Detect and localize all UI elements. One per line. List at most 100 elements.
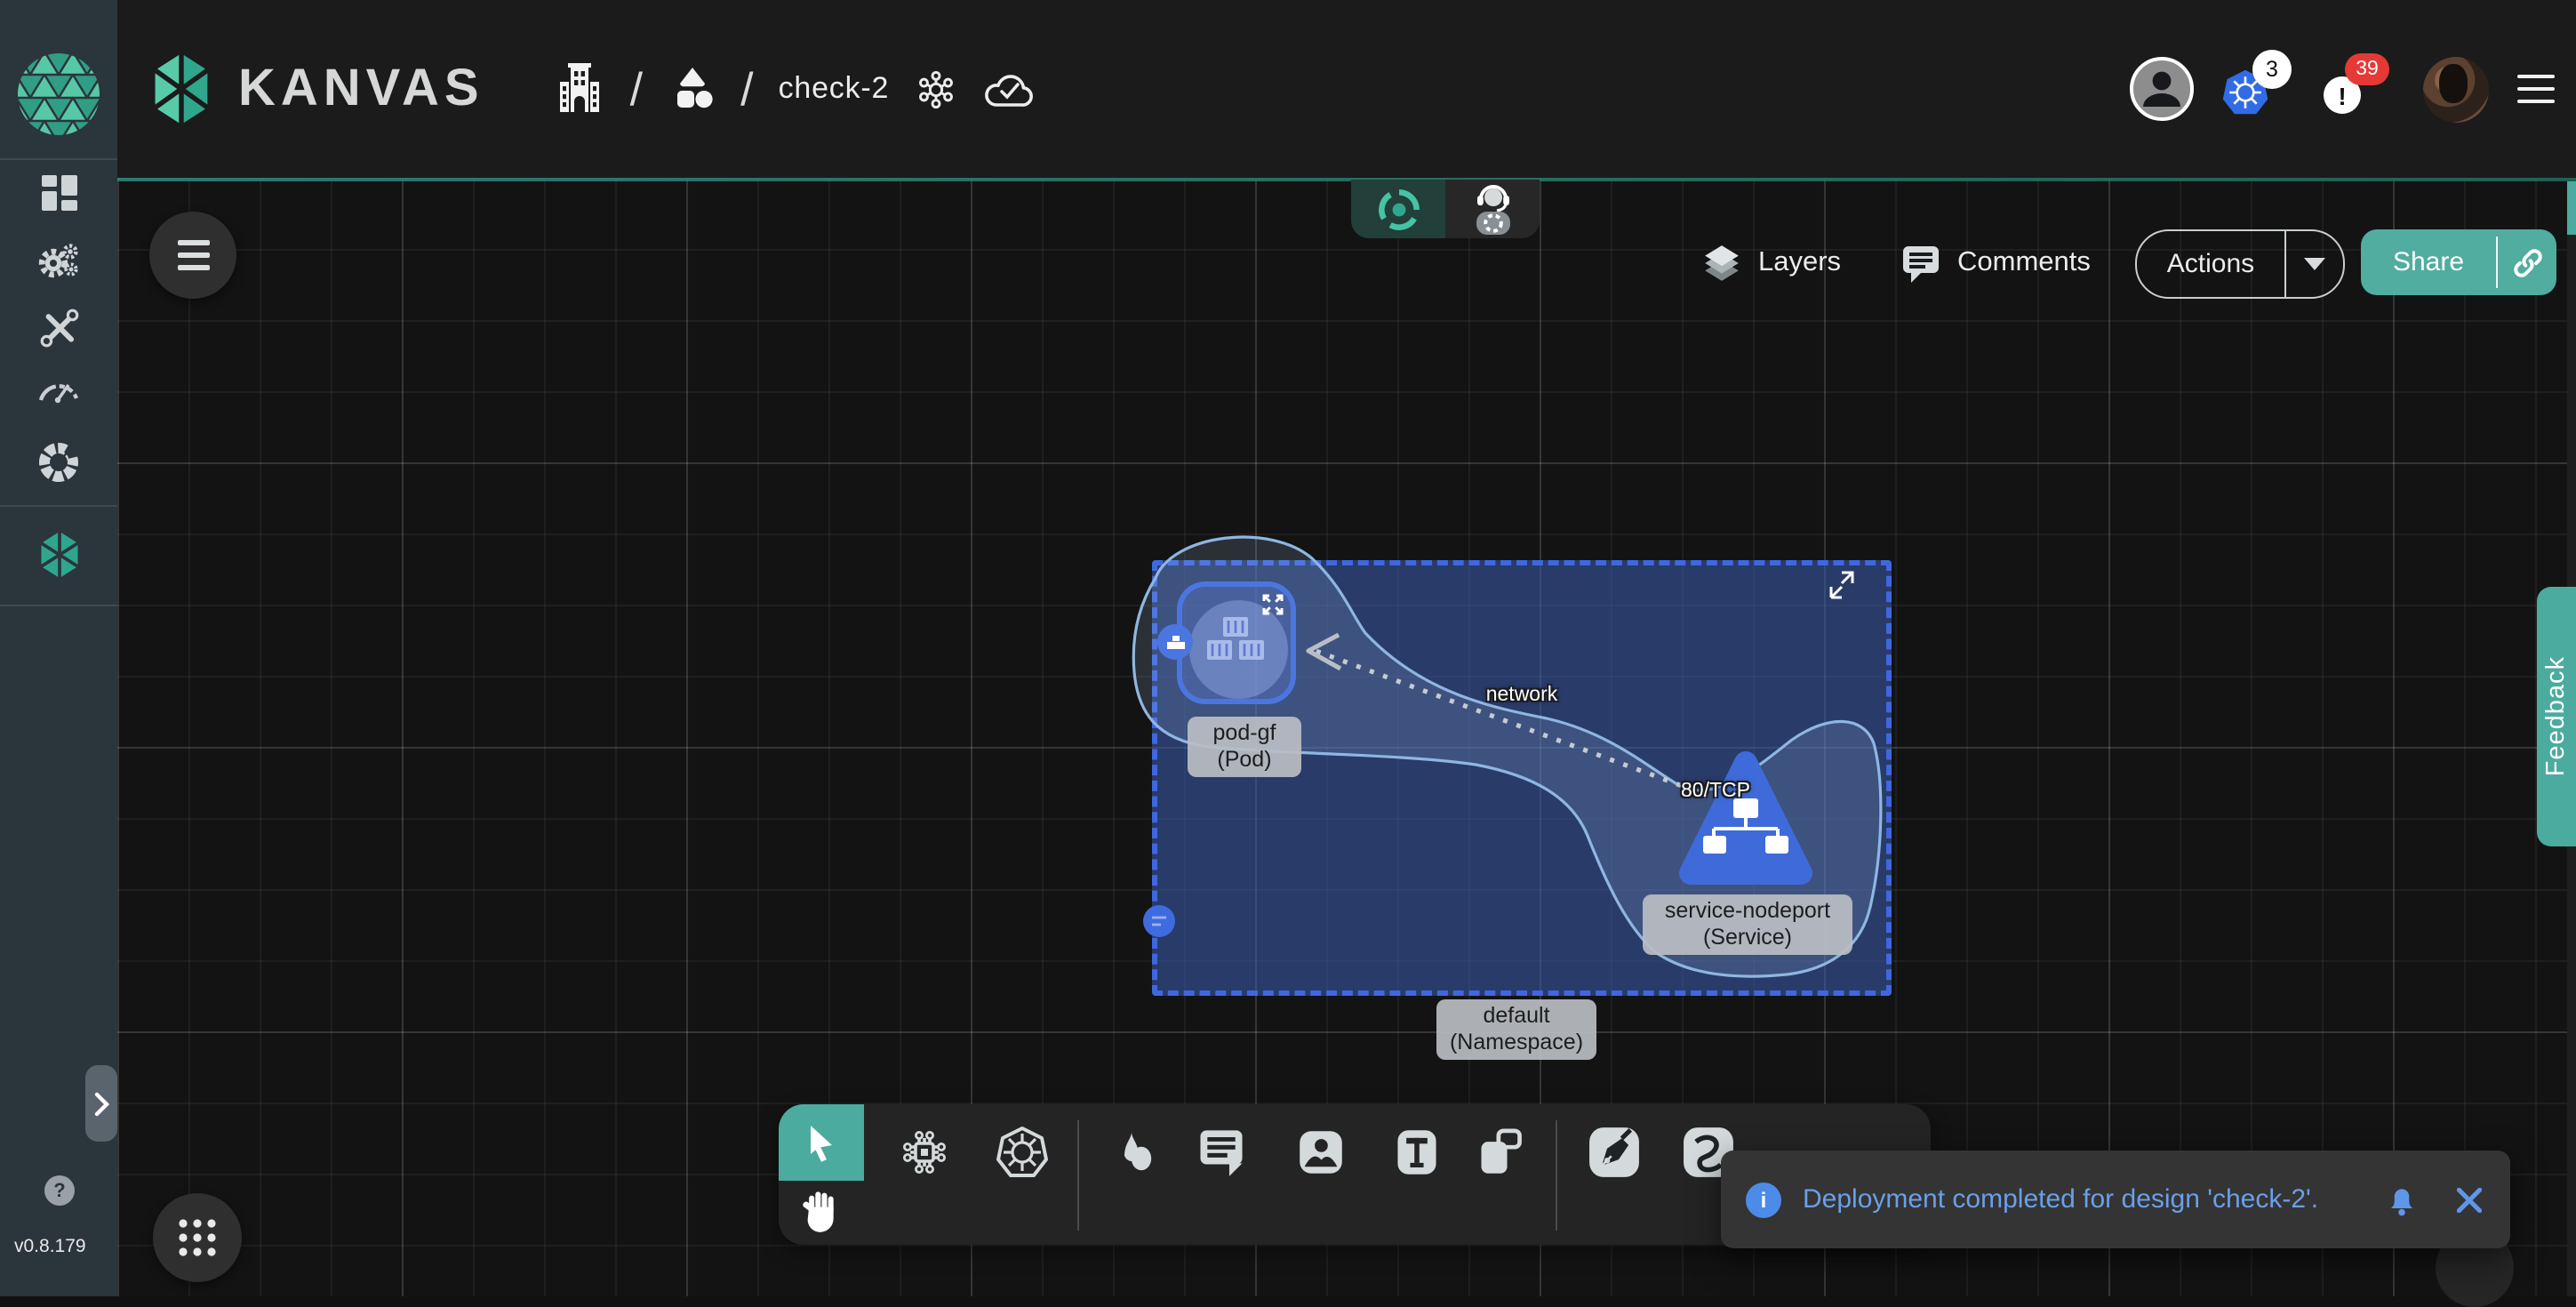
text-icon (1395, 1127, 1439, 1177)
kanvas-hex-icon (36, 530, 81, 580)
pod-node[interactable] (1177, 581, 1296, 704)
frame-icon (1476, 1127, 1525, 1177)
copy-link-button[interactable] (2498, 246, 2556, 278)
canvas-menu-button[interactable] (149, 212, 236, 299)
header-menu-button[interactable] (2517, 70, 2555, 108)
dot-grid-icon (176, 1216, 219, 1259)
image-icon (1297, 1127, 1345, 1177)
gears-icon (37, 242, 80, 281)
pod-status-badge[interactable] (1157, 624, 1193, 660)
deployment-toast: i Deployment completed for design 'check… (1721, 1151, 2510, 1248)
meshery-ring-icon (37, 441, 80, 484)
help-button[interactable]: ? (44, 1175, 75, 1206)
text-tool-button[interactable] (1395, 1127, 1439, 1177)
sidebar-item-kanvas[interactable] (0, 530, 117, 580)
toolbar-divider-2 (1556, 1120, 1557, 1231)
toolbar-divider-1 (1077, 1120, 1079, 1231)
anonymous-user-icon[interactable] (2128, 55, 2196, 123)
actions-dropdown-button[interactable] (2286, 258, 2343, 270)
app-version: v0.8.179 (14, 1236, 86, 1257)
sidebar-item-settings[interactable] (0, 242, 117, 281)
pan-tool-button[interactable] (800, 1188, 843, 1234)
actions-button[interactable]: Actions (2135, 229, 2345, 299)
chip-icon (900, 1127, 949, 1177)
notification-center-button[interactable]: ! 39 (2320, 48, 2402, 130)
layers-label: Layers (1758, 247, 1841, 279)
frame-tool-button[interactable] (1476, 1127, 1525, 1177)
image-tool-button[interactable] (1297, 1127, 1345, 1177)
toast-bell-icon[interactable] (2386, 1183, 2418, 1216)
workflow-icon[interactable] (914, 67, 958, 111)
canvas-scrollbar-thumb[interactable] (2567, 181, 2576, 235)
feedback-tab[interactable]: Feedback (2537, 587, 2576, 846)
link-icon (2511, 246, 2543, 278)
pod-kind: (Pod) (1195, 747, 1294, 774)
app-title: KANVAS (238, 60, 484, 118)
meshery-logo[interactable] (16, 52, 101, 137)
notification-count-badge: 39 (2345, 53, 2389, 85)
shapes-tool-button[interactable] (1108, 1127, 1156, 1177)
pen-icon (1588, 1127, 1640, 1178)
comments-button[interactable]: Comments (1900, 229, 2091, 297)
feedback-label: Feedback (2542, 656, 2571, 776)
cursor-icon (804, 1123, 839, 1162)
cloud-sync-icon[interactable] (983, 69, 1036, 108)
namespace-name: default (1444, 1003, 1589, 1030)
environment-minibar (1351, 180, 1540, 238)
comment-tool-button[interactable] (1197, 1127, 1245, 1177)
dashboard-icon (40, 174, 77, 212)
pod-name: pod-gf (1195, 720, 1294, 747)
designs-icon[interactable] (668, 64, 716, 114)
layers-button[interactable]: Layers (1701, 229, 1841, 297)
gauge-icon (36, 373, 82, 404)
annotate-tool-button[interactable] (1588, 1127, 1640, 1178)
pod-containers-icon (1202, 615, 1269, 665)
kubernetes-context-switcher[interactable]: 3 (2220, 50, 2299, 128)
support-agent-icon (1469, 182, 1516, 236)
pod-label: pod-gf (Pod) (1188, 717, 1301, 777)
chevron-right-icon (93, 1091, 109, 1116)
edge-port-label[interactable]: 80/TCP (1681, 781, 1750, 802)
comments-label: Comments (1957, 247, 2091, 279)
user-avatar[interactable] (2423, 56, 2489, 122)
support-agent-button[interactable] (1445, 180, 1540, 238)
edge-relationship-label[interactable]: network (1486, 685, 1558, 706)
sidebar-item-dashboard[interactable] (0, 174, 117, 212)
sidebar-item-meshery[interactable] (0, 441, 117, 484)
canvas-top-border (117, 178, 2576, 181)
sidebar-item-performance[interactable] (0, 373, 117, 404)
operator-button[interactable] (1351, 180, 1445, 238)
apps-grid-button[interactable] (153, 1193, 242, 1282)
kubernetes-icon (996, 1126, 1049, 1179)
select-tool-button[interactable] (779, 1104, 864, 1181)
pod-badge-icon (1165, 634, 1185, 650)
toast-close-icon[interactable] (2457, 1187, 2482, 1212)
components-tool-button[interactable] (900, 1127, 949, 1177)
kanvas-logo-icon[interactable] (149, 52, 213, 126)
menu-icon (177, 240, 209, 245)
design-name[interactable]: check-2 (779, 71, 890, 107)
share-label: Share (2361, 247, 2496, 277)
comments-icon (1900, 243, 1941, 284)
breadcrumb-separator-1: / (630, 61, 643, 116)
hand-icon (800, 1188, 843, 1234)
kubernetes-count-badge: 3 (2252, 50, 2292, 89)
share-button[interactable]: Share (2361, 229, 2556, 295)
namespace-kind: (Namespace) (1444, 1030, 1589, 1056)
sidebar-item-toolbox[interactable] (0, 308, 117, 349)
organization-icon[interactable] (556, 60, 605, 117)
avatar-hair (2439, 63, 2468, 102)
caret-down-icon (2304, 258, 2325, 270)
layers-icon (1701, 243, 1742, 284)
hamburger-icon (2517, 74, 2555, 78)
app-header: KANVAS / (117, 0, 2576, 178)
info-icon: i (1746, 1182, 1781, 1217)
comment-icon (1197, 1127, 1245, 1177)
sidebar-expand-button[interactable] (85, 1065, 117, 1142)
toast-message: Deployment completed for design 'check-2… (1803, 1184, 2386, 1215)
shapes-icon (1108, 1127, 1156, 1177)
kubernetes-tool-button[interactable] (996, 1126, 1049, 1179)
actions-label: Actions (2137, 249, 2284, 279)
pod-expand-icon[interactable] (1262, 594, 1284, 615)
breadcrumb-separator-2: / (740, 61, 753, 116)
